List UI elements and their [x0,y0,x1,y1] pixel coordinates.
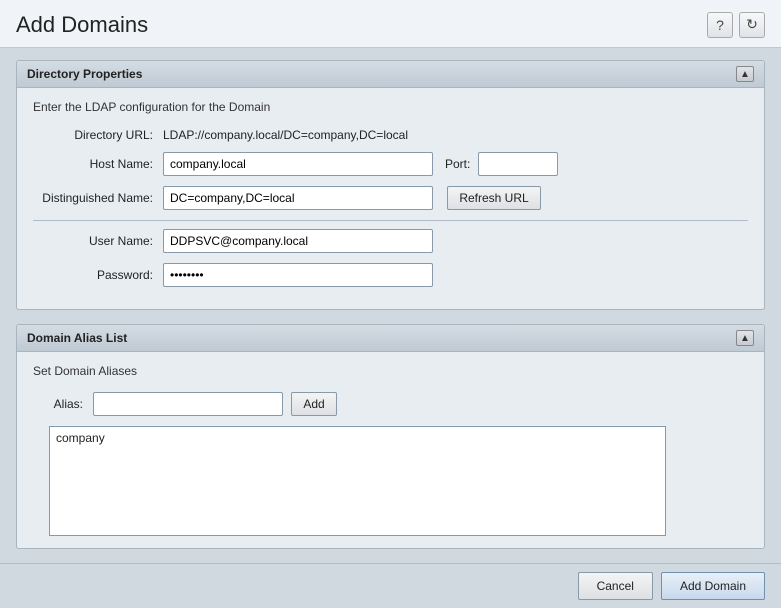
footer: Cancel Add Domain [0,563,781,608]
add-domain-button[interactable]: Add Domain [661,572,765,600]
directory-properties-header: Directory Properties ▲ [17,61,764,88]
hostname-row: Host Name: Port: [33,152,748,176]
refresh-button[interactable]: ↻ [739,12,765,38]
directory-url-row: Directory URL: LDAP://company.local/DC=c… [33,128,748,142]
alias-input[interactable] [93,392,283,416]
domain-alias-body: Set Domain Aliases Alias: Add company [17,352,764,548]
dn-row: Distinguished Name: Refresh URL [33,186,748,210]
alias-label: Alias: [33,397,93,411]
username-row: User Name: [33,229,748,253]
domain-alias-subtitle: Set Domain Aliases [33,364,748,378]
refresh-icon: ↻ [746,16,758,33]
port-label: Port: [445,157,470,171]
add-alias-button[interactable]: Add [291,392,337,416]
help-icon: ? [716,17,724,33]
domain-alias-title: Domain Alias List [27,331,127,345]
dn-label: Distinguished Name: [33,191,163,205]
password-label: Password: [33,268,163,282]
hostname-label: Host Name: [33,157,163,171]
password-input[interactable] [163,263,433,287]
username-label: User Name: [33,234,163,248]
password-row: Password: [33,263,748,287]
directory-properties-panel: Directory Properties ▲ Enter the LDAP co… [16,60,765,310]
alias-input-row: Alias: Add [33,392,748,416]
refresh-url-button[interactable]: Refresh URL [447,186,541,210]
directory-url-value: LDAP://company.local/DC=company,DC=local [163,128,408,142]
directory-properties-body: Enter the LDAP configuration for the Dom… [17,88,764,309]
domain-alias-header: Domain Alias List ▲ [17,325,764,352]
directory-properties-title: Directory Properties [27,67,142,81]
port-input[interactable] [478,152,558,176]
form-divider [33,220,748,221]
page-header: Add Domains ? ↻ [0,0,781,48]
page-title: Add Domains [16,12,148,38]
header-icons: ? ↻ [707,12,765,38]
directory-url-label: Directory URL: [33,128,163,142]
help-button[interactable]: ? [707,12,733,38]
alias-list-item: company [56,431,659,445]
hostname-input[interactable] [163,152,433,176]
directory-properties-collapse-btn[interactable]: ▲ [736,66,754,82]
cancel-button[interactable]: Cancel [578,572,653,600]
main-content: Directory Properties ▲ Enter the LDAP co… [0,48,781,563]
username-input[interactable] [163,229,433,253]
domain-alias-panel: Domain Alias List ▲ Set Domain Aliases A… [16,324,765,549]
domain-alias-collapse-btn[interactable]: ▲ [736,330,754,346]
dn-input[interactable] [163,186,433,210]
directory-properties-subtitle: Enter the LDAP configuration for the Dom… [33,100,748,114]
alias-list-box[interactable]: company [49,426,666,536]
